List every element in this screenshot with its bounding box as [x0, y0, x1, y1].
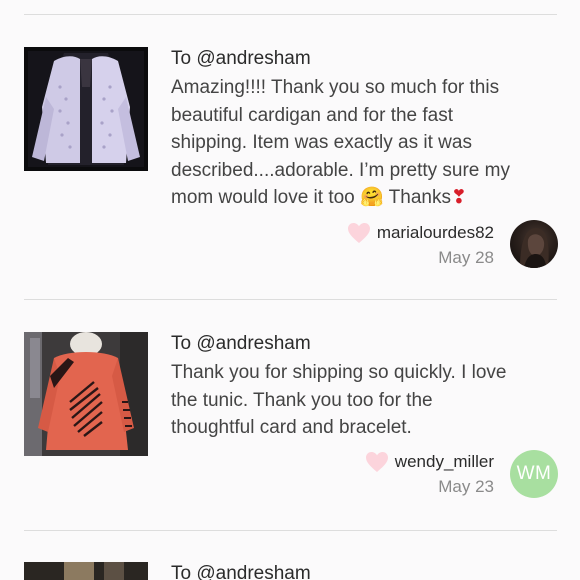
note-recipient: To @andresham: [171, 48, 311, 69]
message-line: shipping. Item was exactly as it was: [171, 132, 472, 153]
message-line: described....adorable. I’m pretty sure m…: [171, 159, 510, 181]
note-message: Amazing!!!! Thank you so much for this b…: [171, 74, 551, 212]
listing-thumbnail[interactable]: [24, 332, 148, 456]
avatar-initials: WM: [516, 463, 552, 484]
avatar-photo-icon: [520, 228, 549, 268]
love-note: To @andresham: [0, 562, 580, 580]
divider: [24, 299, 557, 300]
message-line: thoughtful card and bracelet.: [171, 417, 412, 438]
love-notes-feed: To @andresham Amazing!!!! Thank you so m…: [0, 0, 580, 580]
love-note: To @andresham Thank you for shipping so …: [0, 332, 580, 512]
user-initials-avatar[interactable]: WM: [510, 450, 558, 498]
listing-thumbnail[interactable]: [24, 562, 148, 580]
message-line: mom would love it too: [171, 187, 355, 208]
heart-icon: [365, 452, 388, 472]
heart-icon: [347, 223, 370, 243]
love-note: To @andresham Amazing!!!! Thank you so m…: [0, 47, 580, 277]
note-recipient: To @andresham: [171, 563, 311, 580]
author-row: marialourdes82: [347, 220, 494, 246]
message-line: Thank you for shipping so quickly. I lov…: [171, 362, 507, 383]
listing-photo: [24, 562, 148, 580]
author-username[interactable]: marialourdes82: [377, 223, 494, 243]
user-photo-avatar[interactable]: [510, 220, 558, 268]
note-message: Thank you for shipping so quickly. I lov…: [171, 359, 551, 442]
author-row: wendy_miller: [365, 449, 494, 475]
listing-thumbnail[interactable]: [24, 47, 148, 171]
author-username[interactable]: wendy_miller: [395, 452, 494, 472]
message-line: beautiful cardigan and for the fast: [171, 104, 454, 126]
note-date: May 28: [438, 248, 494, 267]
message-line: Amazing!!!! Thank you so much for this: [171, 77, 500, 98]
divider: [24, 14, 557, 15]
note-date: May 23: [438, 477, 494, 496]
note-recipient: To @andresham: [171, 333, 311, 354]
message-line: the tunic. Thank you too for the: [171, 389, 433, 411]
message-line-last: mom would love it too 🤗 Thanks❣: [171, 184, 551, 212]
tunic-photo: [24, 332, 148, 456]
message-tail: Thanks: [388, 187, 451, 208]
divider: [24, 530, 557, 531]
cardigan-photo: [24, 47, 148, 171]
heart-exclamation-emoji: ❣: [450, 186, 467, 208]
hugging-face-emoji: 🤗: [360, 186, 384, 208]
